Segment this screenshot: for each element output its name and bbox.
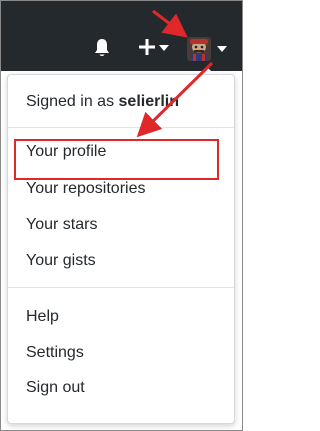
menu-item-settings[interactable]: Settings <box>26 343 84 363</box>
screenshot-frame: Signed in as selierlin Your profile Your… <box>0 0 243 431</box>
menu-item-your-gists[interactable]: Your gists <box>26 251 96 271</box>
menu-item-your-stars[interactable]: Your stars <box>26 215 97 235</box>
user-dropdown-menu: Signed in as selierlin Your profile Your… <box>7 74 235 424</box>
annotation-highlight-box <box>14 139 219 180</box>
plus-icon[interactable] <box>137 37 157 57</box>
avatar-image <box>187 37 211 61</box>
avatar[interactable] <box>187 37 211 61</box>
chevron-down-icon[interactable] <box>159 45 169 51</box>
top-header-bar <box>1 1 242 71</box>
menu-divider <box>8 127 234 128</box>
menu-divider <box>8 287 234 288</box>
menu-item-your-repositories[interactable]: Your repositories <box>26 179 145 199</box>
chevron-down-icon[interactable] <box>217 46 227 52</box>
signed-in-label: Signed in as selierlin <box>26 92 179 112</box>
bell-icon[interactable] <box>93 38 111 58</box>
menu-item-sign-out[interactable]: Sign out <box>26 378 85 398</box>
menu-item-help[interactable]: Help <box>26 307 59 327</box>
username: selierlin <box>118 93 179 110</box>
signed-in-prefix: Signed in as <box>26 93 119 110</box>
